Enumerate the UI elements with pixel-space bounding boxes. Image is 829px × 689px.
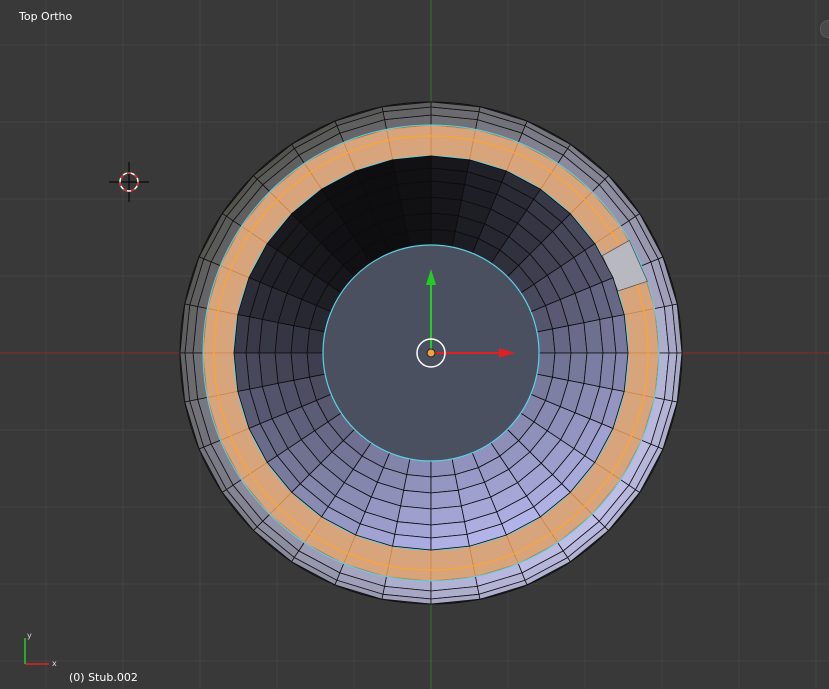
3d-cursor-icon [109, 162, 149, 202]
mesh-face [552, 352, 572, 381]
mesh-face [430, 458, 456, 478]
axis-indicator-x-label: x [52, 659, 57, 668]
selected-face [202, 352, 239, 398]
mesh-face [430, 228, 456, 248]
selected-face [623, 308, 660, 354]
mesh-face [536, 352, 556, 378]
mesh-face [406, 458, 432, 478]
mesh-face [290, 325, 310, 354]
selected-face [386, 545, 432, 582]
selected-face [430, 124, 476, 161]
mesh-face [306, 328, 326, 354]
viewport-canvas[interactable]: xy [0, 0, 829, 689]
axis-indicator-y-label: y [27, 631, 32, 640]
mesh-face [290, 352, 310, 381]
mesh-face [430, 212, 459, 232]
mesh-face [552, 325, 572, 354]
mesh-face [536, 328, 556, 354]
axis-indicator: xy [24, 631, 57, 668]
mesh-face [403, 212, 432, 232]
object-origin-icon [426, 348, 436, 358]
mesh-face [403, 474, 432, 494]
selected-face [430, 545, 476, 582]
selected-face [386, 124, 432, 161]
mesh-face [430, 474, 459, 494]
sidebar-toggle-tab[interactable] [820, 20, 829, 38]
mesh-face [406, 228, 432, 248]
3d-viewport[interactable]: xy Top Ortho (0) Stub.002 [0, 0, 829, 689]
active-object-label: (0) Stub.002 [69, 671, 138, 684]
selected-face [202, 308, 239, 354]
mesh-face [306, 352, 326, 378]
selected-face [623, 352, 660, 398]
view-name-label: Top Ortho [19, 10, 73, 23]
